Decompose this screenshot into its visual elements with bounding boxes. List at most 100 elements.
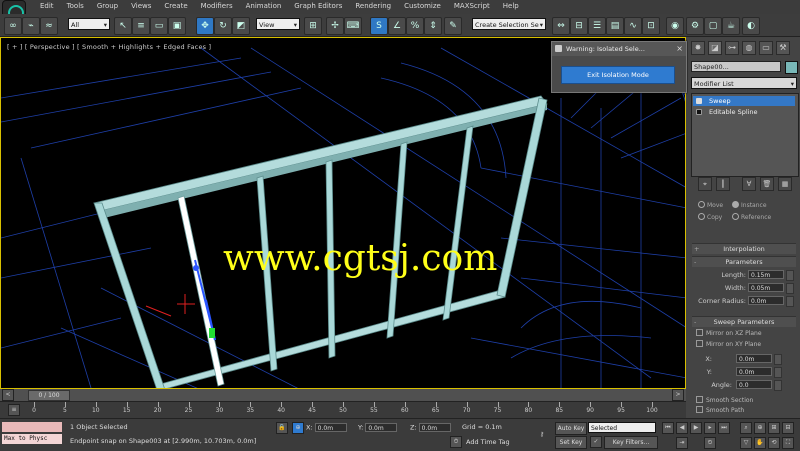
zoom-extents-all-icon[interactable]: ⊟ (782, 422, 794, 434)
lock-selection-icon[interactable]: 🔒 (276, 422, 288, 434)
snaps-toggle-icon[interactable]: S (370, 17, 388, 35)
zoom-extents-icon[interactable]: ⊞ (768, 422, 780, 434)
add-time-tag[interactable]: Add Time Tag (466, 438, 510, 446)
keyboard-shortcut-icon[interactable]: ⌨ (344, 17, 362, 35)
show-end-result-icon[interactable]: ┃ (716, 177, 730, 191)
mirror-xy-checkbox[interactable]: Mirror on XY Plane (696, 340, 761, 348)
time-slider-thumb[interactable]: 0 / 100 (28, 390, 70, 401)
exit-isolation-button[interactable]: Exit Isolation Mode (561, 66, 675, 84)
key-mode-icon[interactable]: ✓ (590, 436, 602, 448)
menu-tools[interactable]: Tools (61, 2, 91, 10)
configure-sets-icon[interactable]: ▦ (778, 177, 792, 191)
field-of-view-icon[interactable]: ▽ (740, 437, 752, 449)
key-icon[interactable]: ⚷ (536, 429, 548, 441)
prev-frame-icon[interactable]: < (2, 389, 14, 401)
radio-instance[interactable]: Instance (732, 201, 767, 209)
x-offset-field[interactable]: 0.0m (736, 354, 772, 363)
mirror-icon[interactable]: ⇔ (552, 17, 570, 35)
smooth-section-checkbox[interactable]: Smooth Section (696, 396, 753, 404)
percent-snap-icon[interactable]: % (406, 17, 424, 35)
y-offset-field[interactable]: 0.0m (736, 367, 772, 376)
move-icon[interactable]: ✥ (196, 17, 214, 35)
select-by-name-icon[interactable]: ≡ (132, 17, 150, 35)
rotate-icon[interactable]: ↻ (214, 17, 232, 35)
rendered-frame-window-icon[interactable]: ▢ (704, 17, 722, 35)
length-field[interactable]: 0.15m (748, 270, 784, 279)
material-editor-icon[interactable]: ◉ (666, 17, 684, 35)
selection-filter-dropdown[interactable]: All (68, 18, 110, 31)
spinner-snap-icon[interactable]: ⇕ (424, 17, 442, 35)
menu-maxscript[interactable]: MAXScript (448, 2, 497, 10)
track-bar[interactable]: ≡ 0 5 10 15 20 25 30 35 40 45 50 55 60 65 70 75 80 85 90 95… (0, 401, 686, 419)
bind-space-warp-icon[interactable]: ≈ (40, 17, 58, 35)
schematic-view-icon[interactable]: ⊡ (642, 17, 660, 35)
zoom-icon[interactable]: ⌕ (740, 422, 752, 434)
next-frame-icon[interactable]: > (672, 389, 684, 401)
rollout-parameters[interactable]: - Parameters (692, 256, 796, 267)
menu-edit[interactable]: Edit (34, 2, 61, 10)
make-unique-icon[interactable]: ∀ (742, 177, 756, 191)
scale-icon[interactable]: ◩ (232, 17, 250, 35)
set-key-button[interactable]: Set Key (555, 436, 587, 449)
radio-copy[interactable]: Copy (698, 213, 722, 221)
edit-named-selections-icon[interactable]: ✎ (444, 17, 462, 35)
utilities-tab-icon[interactable]: ⚒ (776, 41, 790, 55)
motion-tab-icon[interactable]: ◍ (742, 41, 756, 55)
smooth-path-checkbox[interactable]: Smooth Path (696, 406, 744, 414)
create-tab-icon[interactable]: ✸ (691, 41, 705, 55)
corner-radius-field[interactable]: 0.0m (748, 296, 784, 305)
layer-manager-icon[interactable]: ☰ (588, 17, 606, 35)
pin-stack-icon[interactable]: ⌖ (698, 177, 712, 191)
modifier-list-dropdown[interactable]: Modifier List (691, 77, 797, 90)
render-production-icon[interactable]: ☕ (722, 17, 740, 35)
menu-rendering[interactable]: Rendering (349, 2, 398, 10)
menu-customize[interactable]: Customize (398, 2, 448, 10)
spinner-icon[interactable] (786, 296, 794, 307)
width-field[interactable]: 0.05m (748, 283, 784, 292)
absolute-mode-icon[interactable]: ⊕ (292, 422, 304, 434)
display-tab-icon[interactable]: ▭ (759, 41, 773, 55)
spinner-icon[interactable] (774, 380, 782, 391)
menu-create[interactable]: Create (158, 2, 194, 10)
spinner-icon[interactable] (786, 270, 794, 281)
menu-modifiers[interactable]: Modifiers (195, 2, 240, 10)
select-object-icon[interactable]: ↖ (114, 17, 132, 35)
menu-group[interactable]: Group (91, 2, 125, 10)
graphite-ribbon-icon[interactable]: ▤ (606, 17, 624, 35)
hierarchy-tab-icon[interactable]: ⊶ (725, 41, 739, 55)
radio-reference[interactable]: Reference (732, 213, 771, 221)
remove-modifier-icon[interactable]: 🗑 (760, 177, 774, 191)
align-icon[interactable]: ⊟ (570, 17, 588, 35)
maximize-viewport-icon[interactable]: ⛶ (782, 437, 794, 449)
link-icon[interactable]: ∞ (4, 17, 22, 35)
modify-tab-icon[interactable]: ◪ (708, 41, 722, 55)
stack-item-sweep[interactable]: Sweep (693, 96, 795, 106)
time-slider-track[interactable]: < 0 / 100 > (0, 389, 686, 401)
key-selection-dropdown[interactable]: Selected (588, 422, 656, 433)
menu-views[interactable]: Views (125, 2, 158, 10)
bulb-icon[interactable] (696, 98, 702, 104)
auto-key-button[interactable]: Auto Key (555, 422, 587, 435)
play-icon[interactable]: ▶ (690, 422, 702, 434)
angle-snap-icon[interactable]: ∠ (388, 17, 406, 35)
x-coordinate-field[interactable]: 0.0m (314, 423, 347, 432)
menu-animation[interactable]: Animation (240, 2, 289, 10)
next-key-icon[interactable]: ▸ (704, 422, 716, 434)
go-to-end-icon[interactable]: ⏭ (718, 422, 730, 434)
track-bar-toggle-icon[interactable]: ≡ (8, 404, 20, 416)
object-name-field[interactable]: Shape00... (691, 61, 781, 72)
selection-region-icon[interactable]: ▭ (150, 17, 168, 35)
z-coordinate-field[interactable]: 0.0m (418, 423, 451, 432)
pivot-center-icon[interactable]: ⊞ (304, 17, 322, 35)
render-setup-icon[interactable]: ⚙ (686, 17, 704, 35)
object-color-swatch[interactable] (785, 61, 798, 74)
orbit-icon[interactable]: ⟲ (768, 437, 780, 449)
render-iterative-icon[interactable]: ◐ (742, 17, 760, 35)
zoom-all-icon[interactable]: ⊕ (754, 422, 766, 434)
angle-field[interactable]: 0.0 (736, 380, 772, 389)
maxscript-listener[interactable]: Max to Physc (2, 434, 62, 444)
curve-editor-icon[interactable]: ∿ (624, 17, 642, 35)
previous-key-icon[interactable]: ◀ (676, 422, 688, 434)
menu-graph-editors[interactable]: Graph Editors (288, 2, 349, 10)
named-selection-dropdown[interactable]: Create Selection Se (472, 18, 546, 31)
